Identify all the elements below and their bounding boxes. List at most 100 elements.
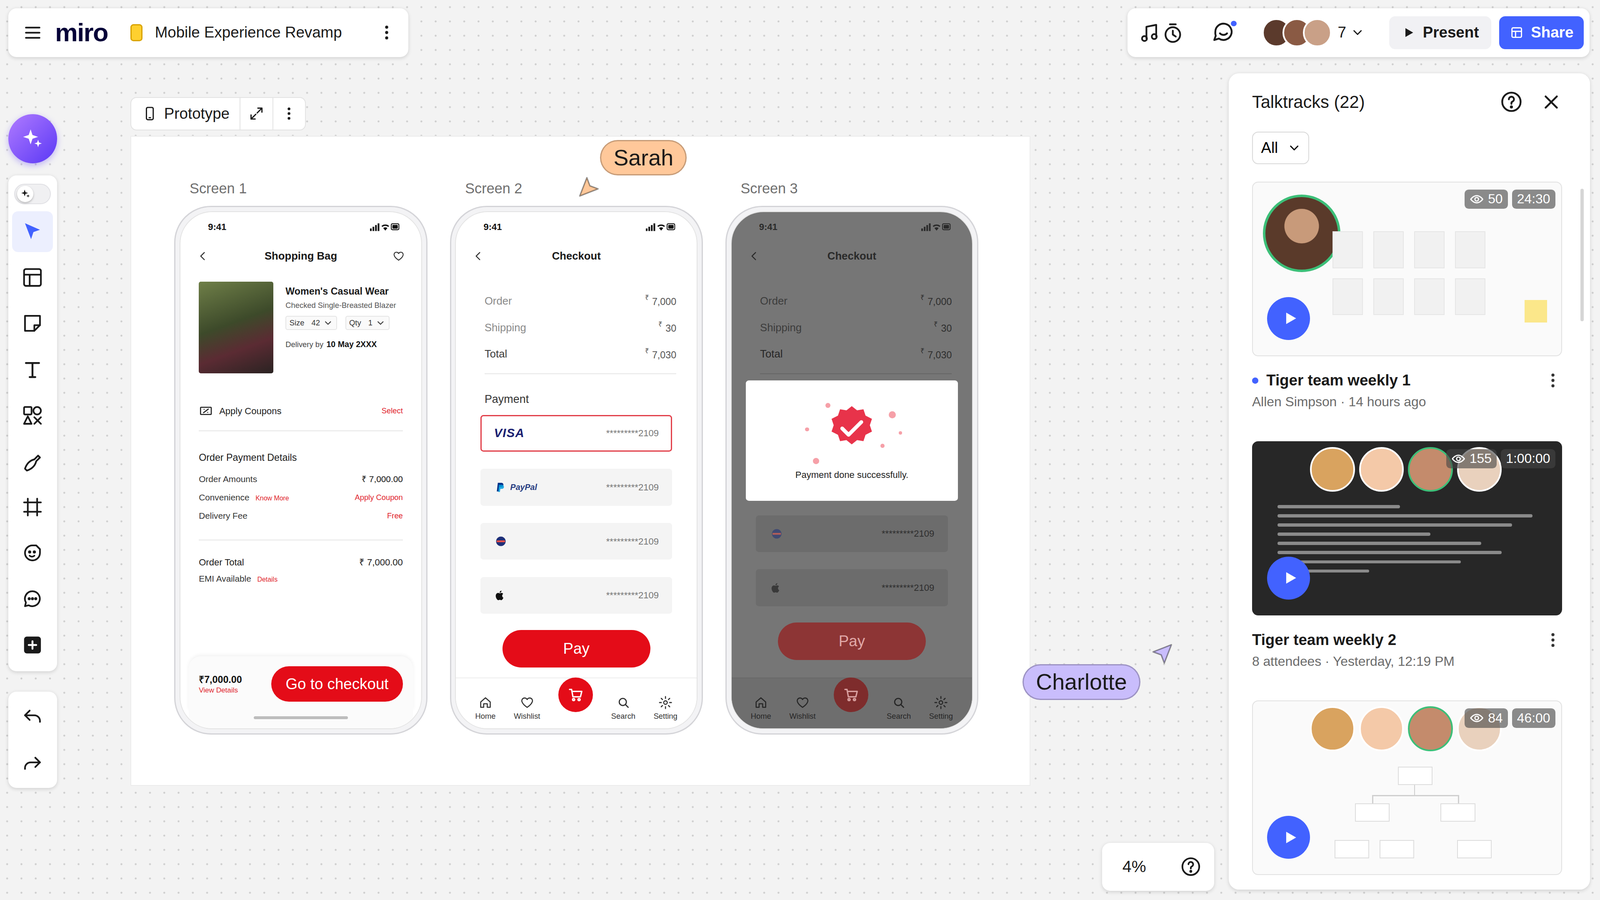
detail-value[interactable]: Apply Coupon [354,492,403,503]
comment-tool[interactable] [12,578,53,620]
collaborator-avatar[interactable] [1302,18,1332,48]
shapes-tool[interactable] [12,395,53,436]
undo-button[interactable] [12,695,53,737]
nav-item[interactable]: Setting [653,695,678,722]
phone-frame[interactable]: 9:41CheckoutOrder₹7,000Shipping₹30Total₹… [450,205,703,735]
talktrack-title[interactable]: Tiger team weekly 1 [1266,370,1411,390]
summary-value-group: ₹7,000 [920,293,953,308]
chevron-icon[interactable] [1350,25,1365,40]
pay-button[interactable]: Pay [777,622,926,660]
reactions-icon[interactable] [1139,20,1187,45]
play-button[interactable] [1267,297,1310,340]
more-button[interactable] [272,97,305,130]
prototype-label[interactable]: Prototype [130,97,306,131]
chevron-icon [322,317,333,328]
back-icon[interactable] [747,250,760,263]
help-icon[interactable] [1499,89,1524,115]
present-button[interactable]: Present [1389,16,1492,49]
divider [198,539,403,541]
phone-screen[interactable]: 9:41Shopping BagWomen's Casual WearCheck… [179,211,423,730]
quantity-select[interactable]: Qty1 [345,315,390,330]
filter-dropdown[interactable]: All [1252,131,1310,165]
phone-frame[interactable]: 9:41Shopping BagWomen's Casual WearCheck… [174,205,428,735]
talktrack-title[interactable]: Tiger team weekly 2 [1252,630,1397,650]
menu-icon[interactable] [22,22,43,43]
emi-details-link[interactable]: Details [257,575,278,584]
help-icon[interactable] [1179,855,1203,878]
payment-method[interactable]: *********2109 [480,522,673,560]
ai-button[interactable] [8,114,58,164]
cart-button[interactable] [833,677,869,713]
nav-item[interactable]: Home [750,695,772,722]
zoom-level[interactable]: 4% [1122,856,1147,878]
phone-frame[interactable]: 9:41CheckoutOrder₹7,000Shipping₹30Total₹… [725,205,979,735]
payment-methods: *********2109 *********2109 [731,515,973,607]
coupon-row[interactable]: Apply CouponsSelect [180,403,422,418]
coupon-select[interactable]: Select [381,406,403,416]
collaborator-count[interactable]: 7 [1337,22,1347,43]
video-thumbnail[interactable]: 1551:00:00 [1252,441,1563,616]
payment-method[interactable]: *********2109 [755,515,948,553]
payment-method[interactable]: PayPal*********2109 [480,468,673,506]
view-count: 50 [1487,190,1503,208]
video-thumbnail[interactable]: 8446:00 [1252,700,1563,875]
text-line [1277,532,1431,536]
nav-item[interactable]: Setting [929,695,953,722]
chat-button[interactable] [1211,19,1238,47]
select-tool[interactable] [12,211,53,253]
view-details-link[interactable]: View Details [198,685,243,695]
heart-icon[interactable] [392,250,405,263]
back-icon[interactable] [196,250,209,263]
miro-logo[interactable]: miro [55,20,108,46]
payment-method[interactable]: VISA*********2109 [480,415,673,452]
board-canvas[interactable]: miro Mobile Experience Revamp 7 PresentSha… [0,0,1600,900]
redo-button[interactable] [12,742,53,784]
pen-tool[interactable] [12,440,53,482]
nav-item[interactable]: Wishlist [789,695,816,722]
play-button[interactable] [1267,815,1310,859]
payment-method[interactable]: *********2109 [480,577,673,614]
frame-tool[interactable] [12,486,53,528]
play-icon [1401,25,1416,40]
collaborators[interactable]: 7 [1262,18,1365,48]
sticky-note [1414,231,1445,268]
detail-value[interactable]: Free [387,511,403,521]
talktrack-item[interactable]: 5024:30 Tiger team weekly 1 Allen Simpson … [1252,181,1563,411]
talktrack-item[interactable]: 8446:00 [1252,700,1563,875]
slide-text [1277,505,1533,573]
payment-method[interactable]: *********2109 [755,569,948,606]
prototype-frame[interactable]: Screen 19:41Shopping BagWomen's Casual W… [130,135,1031,786]
video-thumbnail[interactable]: 5024:30 [1252,181,1563,357]
phone-screen[interactable]: 9:41CheckoutOrder₹7,000Shipping₹30Total₹… [730,211,974,730]
detail-link[interactable]: Know More [255,494,289,503]
prototype-title[interactable]: Prototype [131,97,240,130]
play-button[interactable] [1267,556,1310,600]
talktrack-meta: Allen Simpson · 14 hours ago [1252,393,1563,411]
scrollbar[interactable] [1580,188,1584,322]
size-select[interactable]: Size42 [285,315,338,330]
go-to-checkout-button[interactable]: Go to checkout [271,666,403,702]
nav-item[interactable]: Search [886,695,911,722]
board-title[interactable]: Mobile Experience Revamp [155,22,343,43]
share-button[interactable]: Share [1499,16,1584,49]
sticker-tool[interactable] [12,532,53,574]
phone-screen[interactable]: 9:41CheckoutOrder₹7,000Shipping₹30Total₹… [455,211,698,730]
more-icon[interactable] [1543,371,1563,390]
close-icon[interactable] [1540,90,1563,114]
more-tools[interactable] [12,624,53,666]
pay-button[interactable]: Pay [502,630,651,668]
sticky-note-tool[interactable] [12,302,53,344]
templates-tool[interactable] [12,257,53,298]
nav-item[interactable]: Home [475,695,496,722]
back-icon[interactable] [472,250,485,263]
summary-value-group: ₹7,030 [920,346,953,362]
cart-button[interactable] [558,677,593,713]
nav-item[interactable]: Search [611,695,636,722]
expand-button[interactable] [239,97,273,130]
more-icon[interactable] [1543,630,1563,650]
talktrack-item[interactable]: 1551:00:00Tiger team weekly 28 attendees… [1252,441,1563,670]
more-icon[interactable] [377,23,396,42]
ai-toggle[interactable] [12,181,53,207]
text-tool[interactable] [12,348,53,390]
nav-item[interactable]: Wishlist [513,695,540,722]
